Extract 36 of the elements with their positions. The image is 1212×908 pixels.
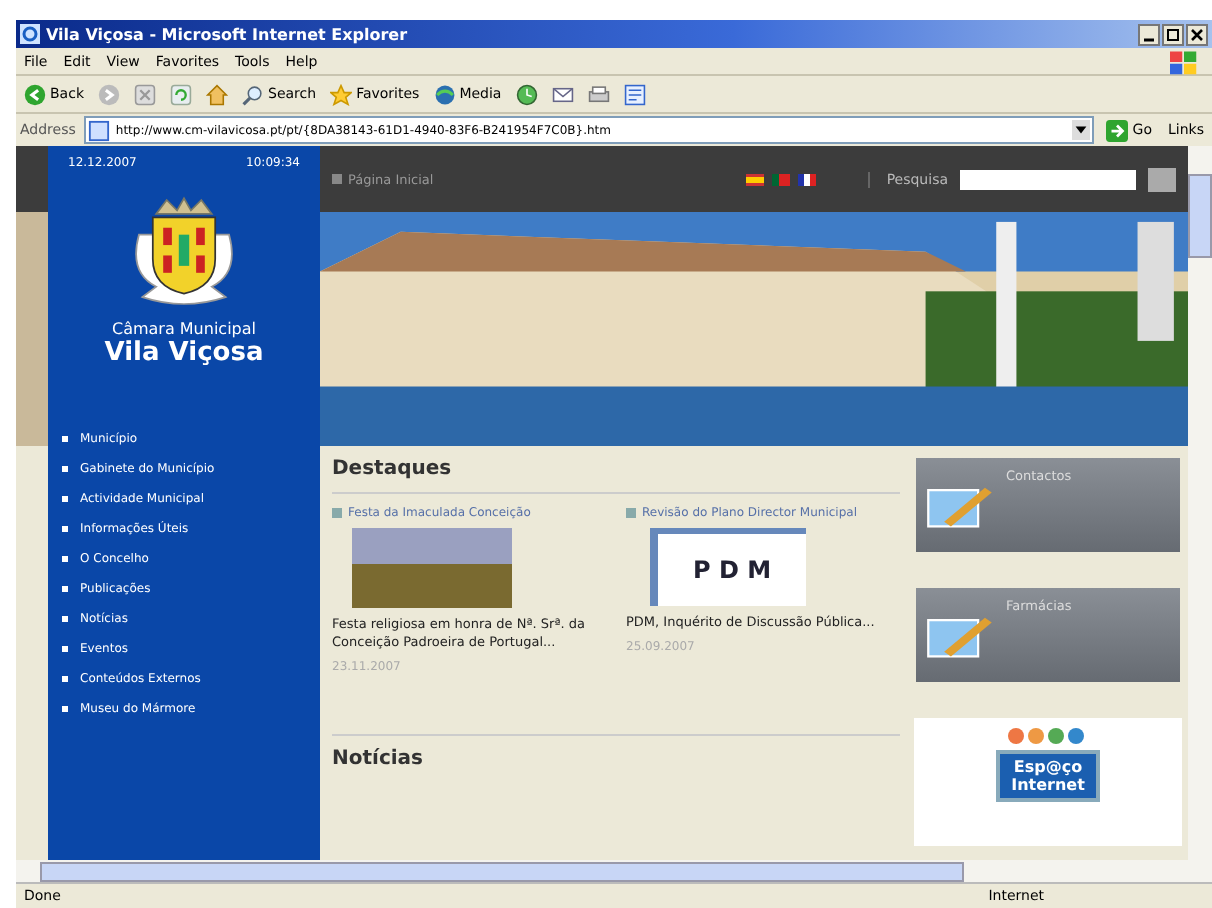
spain-flag-icon[interactable]	[746, 173, 765, 185]
page-icon	[87, 119, 110, 141]
dropdown-arrow-icon[interactable]	[1072, 120, 1091, 140]
arrow-icon	[1106, 119, 1129, 141]
document-icon	[623, 83, 646, 105]
arrow-icon	[24, 83, 46, 105]
council-name: Câmara Municipal	[111, 320, 256, 338]
colored-dots-icon	[1008, 728, 1088, 744]
home-icon	[206, 83, 228, 105]
search-icon	[242, 83, 264, 105]
arrow-icon	[98, 83, 120, 105]
mail-icon	[551, 83, 574, 105]
horizontal-scrollbar[interactable]	[16, 860, 1212, 882]
banner-text: Internet	[1011, 776, 1085, 794]
banner-text: Esp@ço	[1013, 758, 1083, 776]
star-icon	[330, 83, 353, 105]
maximize-button[interactable]	[1162, 23, 1184, 45]
vertical-scrollbar[interactable]	[1188, 146, 1212, 860]
town-name: Vila Viçosa	[104, 338, 264, 368]
search-button[interactable]	[1148, 167, 1176, 191]
printer-icon	[587, 83, 610, 105]
window-title: Vila Viçosa - Microsoft Internet Explorer	[46, 25, 410, 43]
close-button[interactable]	[1186, 23, 1208, 45]
refresh-icon	[170, 83, 192, 105]
search-field[interactable]	[960, 169, 1136, 189]
section-heading: Notícias	[332, 734, 900, 782]
pdm-logo: P D M	[650, 528, 806, 606]
coat-of-arms-icon	[132, 196, 236, 308]
minimize-button[interactable]	[1138, 23, 1160, 45]
media-icon	[433, 83, 456, 105]
stop-icon	[134, 83, 156, 105]
france-flag-icon[interactable]	[798, 173, 817, 185]
browser-icon	[20, 24, 40, 44]
section-heading: Destaques	[332, 458, 900, 494]
history-icon	[515, 83, 538, 105]
internet-space-banner[interactable]: Esp@ço Internet	[914, 718, 1182, 846]
